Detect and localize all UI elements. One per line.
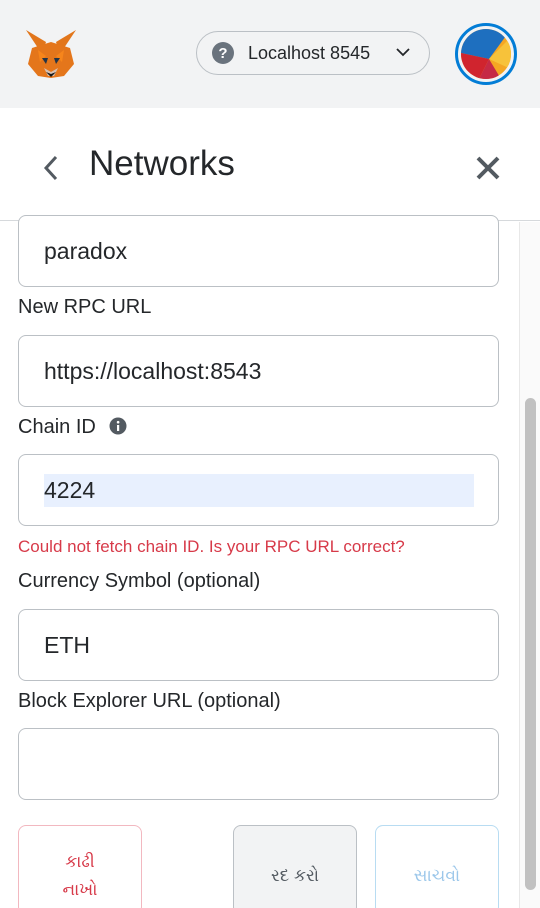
block-explorer-input[interactable]	[18, 728, 499, 800]
currency-symbol-value: ETH	[44, 631, 90, 658]
delete-label-line2: નાખો	[62, 880, 98, 899]
save-button[interactable]: સાચવો	[375, 825, 499, 908]
delete-label-line1: કાઢી	[65, 852, 95, 871]
chain-id-label: Chain ID	[18, 416, 96, 438]
page-header: Networks	[0, 108, 540, 221]
page-title: Networks	[89, 144, 235, 183]
scrollbar-thumb[interactable]	[525, 398, 536, 890]
network-name-input[interactable]: paradox	[18, 215, 499, 287]
network-name-value: paradox	[44, 237, 128, 264]
chain-id-input[interactable]: 4224	[18, 454, 499, 526]
info-icon[interactable]	[109, 417, 127, 435]
network-selector[interactable]: ? Localhost 8545	[196, 31, 430, 75]
delete-button-label: કાઢી નાખો	[62, 848, 97, 904]
network-name: Localhost 8545	[248, 42, 371, 63]
chain-id-label-row: Chain ID	[18, 416, 127, 439]
chevron-down-icon	[396, 48, 410, 57]
rpc-url-value: https://localhost:8543	[44, 357, 262, 384]
metamask-fox-logo[interactable]	[24, 28, 78, 80]
block-explorer-label: Block Explorer URL (optional)	[18, 690, 281, 712]
save-button-label: સાચવો	[413, 866, 461, 885]
cancel-button[interactable]: રદ કરો	[233, 825, 357, 908]
rpc-url-input[interactable]: https://localhost:8543	[18, 335, 499, 407]
chain-id-error: Could not fetch chain ID. Is your RPC UR…	[18, 537, 405, 556]
chain-id-value: 4224	[44, 473, 474, 507]
help-circle-icon: ?	[212, 42, 234, 64]
account-menu-button[interactable]	[455, 23, 517, 85]
currency-symbol-input[interactable]: ETH	[18, 609, 499, 681]
delete-button[interactable]: કાઢી નાખો	[18, 825, 142, 908]
currency-symbol-label: Currency Symbol (optional)	[18, 570, 261, 592]
cancel-button-label: રદ કરો	[270, 866, 320, 885]
account-identicon	[461, 29, 511, 79]
app-header: ? Localhost 8545	[0, 0, 540, 108]
scrollbar[interactable]	[519, 222, 540, 908]
rpc-url-label: New RPC URL	[18, 296, 152, 318]
close-icon[interactable]	[474, 154, 502, 182]
back-arrow-icon[interactable]	[40, 152, 62, 184]
